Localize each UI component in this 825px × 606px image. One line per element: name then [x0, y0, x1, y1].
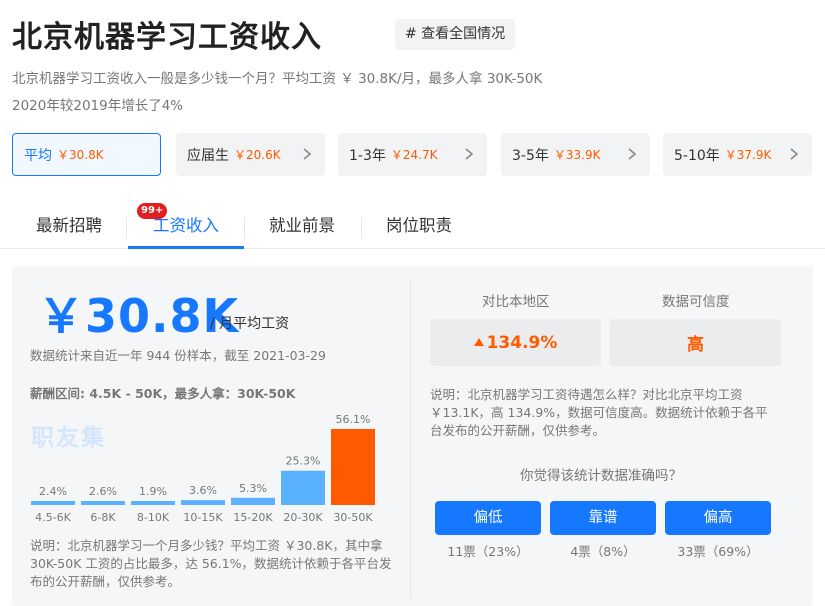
tab-divider — [126, 217, 127, 239]
trust-label: 数据可信度 — [662, 294, 730, 310]
card-value: ￥37.9K — [724, 148, 772, 162]
tab-label: 最新招聘 — [36, 216, 102, 235]
tab-bar: 最新招聘 99+ 工资收入 就业前景 岗位职责 — [0, 203, 825, 249]
arrow-up-icon — [473, 337, 484, 346]
left-explanation: 说明：北京机器学习一个月多少钱？平均工资 ￥30.8K，其中拿 30K-50K … — [30, 538, 392, 589]
compare-value-box: 134.9% — [430, 319, 601, 366]
card-value: ￥33.9K — [553, 148, 601, 162]
accuracy-question: 你觉得该统计数据准确吗？ — [520, 468, 682, 484]
tab-divider — [361, 217, 362, 239]
card-label: 平均 — [24, 147, 52, 164]
vote-low-button[interactable]: 偏低 — [435, 501, 541, 535]
watermark-logo: 职友集 — [31, 425, 106, 451]
summary-line-2: 2020年较2019年增长了4% — [12, 98, 184, 114]
card-value: ￥30.8K — [57, 148, 104, 162]
trust-value-box: 高 — [610, 319, 781, 366]
right-explanation: 说明：北京机器学习工资待遇怎么样？对比北京平均工资 ￥13.1K，高 134.9… — [430, 387, 768, 438]
vote-high-count: 33票（69%） — [677, 544, 759, 559]
tab-duties[interactable]: 岗位职责 — [386, 207, 452, 249]
tab-salary[interactable]: 工资收入 — [128, 207, 244, 249]
vote-high-button[interactable]: 偏高 — [665, 501, 771, 535]
page-title: 北京机器学习工资收入 — [12, 20, 322, 55]
average-salary-value: ￥30.8K — [38, 289, 240, 343]
chevron-right-icon — [465, 148, 474, 160]
chevron-right-icon — [303, 148, 312, 160]
compare-label: 对比本地区 — [482, 294, 550, 310]
vote-accurate-button[interactable]: 靠谱 — [550, 501, 656, 535]
card-label: 1-3年 — [349, 147, 386, 164]
compare-value: 134.9% — [486, 332, 558, 353]
card-label: 5-10年 — [674, 147, 720, 164]
tab-divider — [244, 217, 245, 239]
chevron-right-icon — [790, 148, 799, 160]
panel-divider — [410, 278, 411, 598]
salary-range: 薪酬区间: 4.5K - 50K，最多人拿：30K-50K — [30, 386, 296, 401]
vote-low-count: 11票（23%） — [447, 544, 529, 559]
average-salary-unit: / 月平均工资 — [210, 316, 290, 332]
card-value: ￥20.6K — [234, 148, 281, 162]
card-5-10-years[interactable]: 5-10年 ￥37.9K — [663, 133, 812, 176]
card-3-5-years[interactable]: 3-5年 ￥33.9K — [501, 133, 650, 176]
summary-line-1: 北京机器学习工资收入一般是多少钱一个月？平均工资 ￥ 30.8K/月，最多人拿 … — [12, 71, 543, 87]
view-national-button[interactable]: # 查看全国情况 — [395, 19, 516, 50]
card-value: ￥24.7K — [390, 148, 438, 162]
summary: 北京机器学习工资收入一般是多少钱一个月？平均工资 ￥ 30.8K/月，最多人拿 … — [12, 66, 542, 120]
sample-note: 数据统计来自近一年 944 份样本，截至 2021-03-29 — [30, 348, 326, 363]
tab-latest-jobs[interactable]: 最新招聘 99+ — [36, 203, 168, 249]
chevron-right-icon — [628, 148, 637, 160]
card-label: 应届生 — [187, 147, 229, 164]
trust-value: 高 — [687, 335, 704, 355]
card-label: 3-5年 — [512, 147, 549, 164]
card-average[interactable]: 平均 ￥30.8K — [12, 133, 161, 176]
card-graduate[interactable]: 应届生 ￥20.6K — [176, 133, 325, 176]
card-1-3-years[interactable]: 1-3年 ￥24.7K — [338, 133, 487, 176]
vote-accurate-count: 4票（8%） — [570, 544, 636, 559]
tab-prospects[interactable]: 就业前景 — [269, 207, 335, 249]
